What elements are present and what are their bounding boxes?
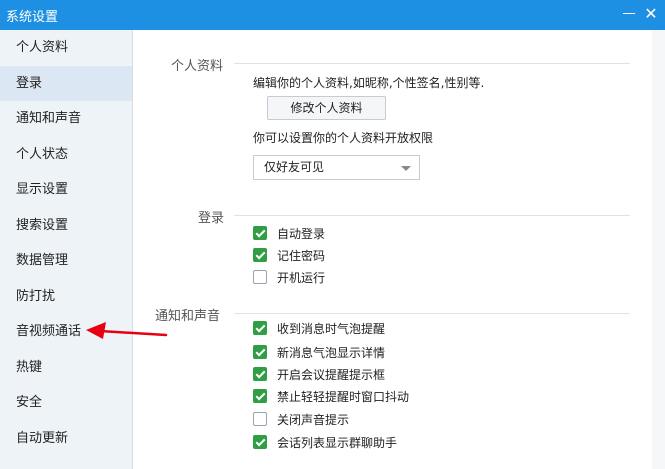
annotation-arrow-icon xyxy=(86,322,168,339)
